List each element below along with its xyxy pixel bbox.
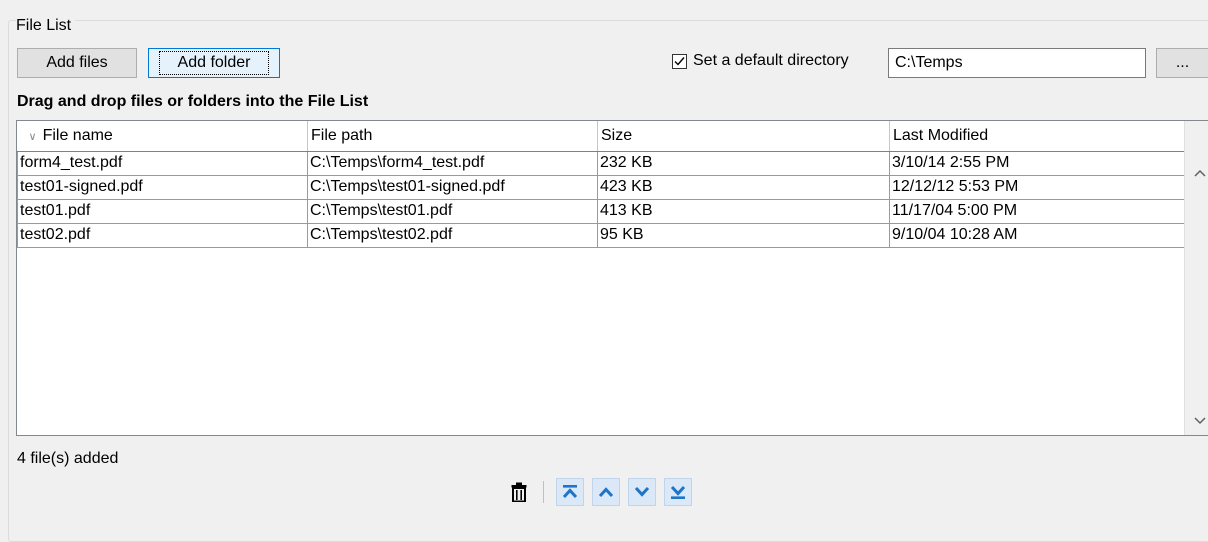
cell-size: 413 KB (597, 198, 890, 224)
cell-size: 232 KB (597, 150, 890, 176)
sort-chevron-icon: ∨ (28, 130, 37, 143)
add-folder-button[interactable]: Add folder (148, 48, 280, 78)
column-label: File name (42, 126, 113, 144)
cell-size: 95 KB (597, 222, 890, 248)
cell-file-path: C:\Temps\test02.pdf (307, 222, 598, 248)
cell-file-name: test02.pdf (17, 222, 308, 248)
list-toolbar (505, 478, 700, 506)
default-directory-input[interactable] (888, 48, 1146, 78)
cell-last-modified: 12/12/12 5:53 PM (889, 174, 1185, 200)
checkmark-icon (674, 56, 685, 66)
table-header-row: ∨ File name File path Size Last Modified (17, 121, 1185, 152)
move-to-bottom-icon[interactable] (664, 478, 692, 506)
drag-drop-hint: Drag and drop files or folders into the … (17, 93, 369, 110)
cell-file-name: test01.pdf (17, 198, 308, 224)
cell-file-path: C:\Temps\form4_test.pdf (307, 150, 598, 176)
column-header-file-path[interactable]: File path (307, 121, 598, 152)
move-to-top-icon[interactable] (556, 478, 584, 506)
scroll-down-arrow-icon[interactable] (1185, 409, 1208, 433)
column-label: Size (601, 126, 633, 144)
group-title: File List (16, 17, 76, 35)
cell-last-modified: 9/10/04 10:28 AM (889, 222, 1185, 248)
status-text: 4 file(s) added (17, 450, 119, 467)
column-header-file-name[interactable]: ∨ File name (17, 121, 308, 152)
column-header-last-modified[interactable]: Last Modified (889, 121, 1185, 152)
table-row[interactable]: form4_test.pdf C:\Temps\form4_test.pdf 2… (17, 150, 1185, 176)
table-row[interactable]: test01-signed.pdf C:\Temps\test01-signed… (17, 174, 1185, 200)
cell-file-name: test01-signed.pdf (17, 174, 308, 200)
move-up-icon[interactable] (592, 478, 620, 506)
cell-file-path: C:\Temps\test01-signed.pdf (307, 174, 598, 200)
vertical-scrollbar[interactable] (1184, 121, 1208, 435)
table-row[interactable]: test02.pdf C:\Temps\test02.pdf 95 KB 9/1… (17, 222, 1185, 248)
add-files-button[interactable]: Add files (17, 48, 137, 78)
column-label: Last Modified (893, 126, 989, 144)
trash-icon[interactable] (505, 478, 533, 506)
cell-last-modified: 3/10/14 2:55 PM (889, 150, 1185, 176)
add-folder-label: Add folder (158, 51, 270, 75)
cell-file-path: C:\Temps\test01.pdf (307, 198, 598, 224)
toolbar-separator (543, 481, 544, 503)
table-row[interactable]: test01.pdf C:\Temps\test01.pdf 413 KB 11… (17, 198, 1185, 224)
cell-last-modified: 11/17/04 5:00 PM (889, 198, 1185, 224)
scroll-up-arrow-icon[interactable] (1185, 161, 1208, 185)
default-directory-label: Set a default directory (693, 52, 849, 69)
column-label: File path (311, 126, 373, 144)
default-directory-checkbox[interactable] (672, 53, 687, 69)
cell-size: 423 KB (597, 174, 890, 200)
cell-file-name: form4_test.pdf (17, 150, 308, 176)
move-down-icon[interactable] (628, 478, 656, 506)
column-header-size[interactable]: Size (597, 121, 890, 152)
file-table[interactable]: ∨ File name File path Size Last Modified … (16, 120, 1208, 436)
browse-button[interactable]: ... (1156, 48, 1208, 78)
default-directory-checkbox-row[interactable]: Set a default directory (672, 52, 849, 70)
